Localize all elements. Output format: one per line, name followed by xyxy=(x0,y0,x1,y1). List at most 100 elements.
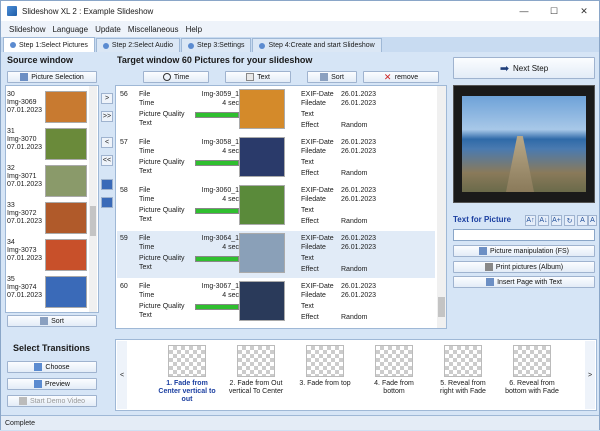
boardwalk-shape xyxy=(506,136,534,192)
remove-pictures-button[interactable]: ✕ remove xyxy=(363,71,439,83)
effect-label: Effect xyxy=(301,218,319,225)
filedate-value: 26.01.2023 xyxy=(341,244,377,251)
sort-icon xyxy=(40,317,49,325)
source-sort-button[interactable]: Sort xyxy=(7,315,97,327)
target-scrollbar[interactable] xyxy=(437,86,446,328)
tab-step1[interactable]: Step 1:Select Pictures xyxy=(3,37,95,52)
picture-text-input[interactable] xyxy=(453,229,595,241)
source-window-header: Source window xyxy=(7,55,74,65)
text-tool-3-icon[interactable]: A+ xyxy=(551,215,562,226)
remove-button[interactable]: < xyxy=(101,137,113,148)
add-button[interactable]: > xyxy=(101,93,113,104)
time-label: Time xyxy=(139,196,155,203)
transition-item[interactable]: 3. Fade from top xyxy=(295,345,355,388)
text-button[interactable]: Text xyxy=(225,71,291,83)
close-button[interactable]: ✕ xyxy=(569,1,599,21)
picture-row[interactable]: 56 File Img-3059_1 Time 4 sec Picture Quality… xyxy=(117,87,435,134)
source-scroll-thumb[interactable] xyxy=(90,206,96,236)
source-scrollbar[interactable] xyxy=(89,86,97,312)
source-item-date: 07.01.2023 xyxy=(7,144,43,151)
menu-update[interactable]: Update xyxy=(95,25,121,34)
remove-icon: ✕ xyxy=(383,72,392,82)
time-label: Time xyxy=(139,100,155,107)
transition-thumbnail xyxy=(168,345,206,377)
menu-language[interactable]: Language xyxy=(52,25,88,34)
text-tool-2-icon[interactable]: A↓ xyxy=(538,215,549,226)
source-item-number: 31 xyxy=(7,128,15,135)
text-tool-5-icon[interactable]: A xyxy=(577,215,588,226)
step-tabs: Step 1:Select Pictures Step 2:Select Aud… xyxy=(1,37,599,52)
source-item[interactable]: 35 Img-3074 07.01.2023 xyxy=(7,274,91,318)
target-sort-label: Sort xyxy=(331,73,344,81)
file-value: Img-3060_1 xyxy=(201,187,239,194)
transition-label: 4. Fade from bottom xyxy=(374,380,414,395)
source-item-label: 34 Img-3073 07.01.2023 xyxy=(7,239,43,263)
transition-item[interactable]: 5. Reveal from right with Fade xyxy=(433,345,493,396)
menu-help[interactable]: Help xyxy=(186,25,202,34)
exif-date-value: 26.01.2023 xyxy=(341,283,377,290)
picture-row[interactable]: 57 File Img-3058_1 Time 4 sec Picture Quality… xyxy=(117,135,435,182)
file-value: Img-3064_1 xyxy=(201,235,239,242)
transition-item[interactable]: 1. Fade from Center vertical to out xyxy=(157,345,217,404)
move-up-icon[interactable] xyxy=(101,179,113,190)
menu-slideshow[interactable]: Slideshow xyxy=(9,25,45,34)
picture-thumbnail xyxy=(239,137,285,177)
tab-step2[interactable]: Step 2:Select Audio xyxy=(95,38,180,52)
status-bar: Complete xyxy=(1,415,599,430)
menu-miscellaneous[interactable]: Miscellaneous xyxy=(128,25,179,34)
picture-row[interactable]: 58 File Img-3060_1 Time 4 sec Picture Quality… xyxy=(117,183,435,230)
picture-manipulation-button[interactable]: Picture manipulation (FS) xyxy=(453,245,595,257)
time-button[interactable]: Time xyxy=(143,71,209,83)
source-item-name: Img-3071 xyxy=(7,173,37,180)
filedate-value: 26.01.2023 xyxy=(341,100,377,107)
picture-quality-bar xyxy=(195,304,239,310)
minimize-button[interactable]: — xyxy=(509,1,539,21)
rotate-icon[interactable]: ↻ xyxy=(564,215,575,226)
start-demo-video-label: Start Demo Video xyxy=(29,397,86,405)
filedate-value: 26.01.2023 xyxy=(341,196,377,203)
start-demo-video-button[interactable]: Start Demo Video xyxy=(7,395,97,407)
transitions-scroll-left[interactable]: < xyxy=(117,341,127,409)
transition-item[interactable]: 6. Reveal from bottom with Fade xyxy=(502,345,562,396)
preview-button[interactable]: Preview xyxy=(7,378,97,390)
picture-row[interactable]: 59 File Img-3064_1 Time 4 sec Picture Quality… xyxy=(117,231,435,278)
transition-item[interactable]: 2. Fade from Out vertical To Center xyxy=(226,345,286,396)
preview-icon xyxy=(34,380,43,388)
remove-all-button[interactable]: << xyxy=(101,155,113,166)
clock-icon xyxy=(162,73,171,81)
target-scroll-thumb[interactable] xyxy=(438,297,445,317)
transitions-scroll-right[interactable]: > xyxy=(585,341,595,409)
next-step-button[interactable]: ➡ Next Step xyxy=(453,57,595,79)
effect-label: Effect xyxy=(301,122,319,129)
text-label: Text xyxy=(139,264,152,271)
text-label: Text xyxy=(301,207,314,214)
text-tool-1-icon[interactable]: A↑ xyxy=(525,215,536,226)
effect-value: Random xyxy=(341,218,368,225)
source-thumbnail xyxy=(45,276,87,308)
maximize-button[interactable]: ☐ xyxy=(539,1,569,21)
print-pictures-button[interactable]: Print pictures (Album) xyxy=(453,261,595,273)
time-label: Time xyxy=(139,292,155,299)
file-label: File xyxy=(139,187,151,194)
text-label: Text xyxy=(301,159,314,166)
transition-item[interactable]: 4. Fade from bottom xyxy=(364,345,424,396)
picture-row[interactable]: 60 File Img-3067_1 Time 4 sec Picture Quality… xyxy=(117,279,435,326)
filedate-value: 26.01.2023 xyxy=(341,148,377,155)
move-down-icon[interactable] xyxy=(101,197,113,208)
picture-selection-button[interactable]: Picture Selection xyxy=(7,71,97,83)
exif-date-label: EXIF-Date xyxy=(301,187,334,194)
filedate-label: Filedate xyxy=(301,100,326,107)
printer-icon xyxy=(484,263,493,271)
add-all-button[interactable]: >> xyxy=(101,111,113,122)
quality-label: Picture Quality xyxy=(139,207,185,214)
source-item-label: 32 Img-3071 07.01.2023 xyxy=(7,165,43,189)
text-tool-6-icon[interactable]: A xyxy=(588,215,597,226)
insert-page-button[interactable]: Insert Page with Text xyxy=(453,276,595,288)
tab-step3[interactable]: Step 3:Settings xyxy=(180,38,252,52)
choose-button[interactable]: Choose xyxy=(7,361,97,373)
tab-step4[interactable]: Step 4:Create and start Slideshow xyxy=(252,38,382,52)
source-item-name: Img-3074 xyxy=(7,284,37,291)
step-icon xyxy=(187,42,194,49)
target-sort-button[interactable]: Sort xyxy=(307,71,357,83)
row-number: 56 xyxy=(120,91,128,98)
